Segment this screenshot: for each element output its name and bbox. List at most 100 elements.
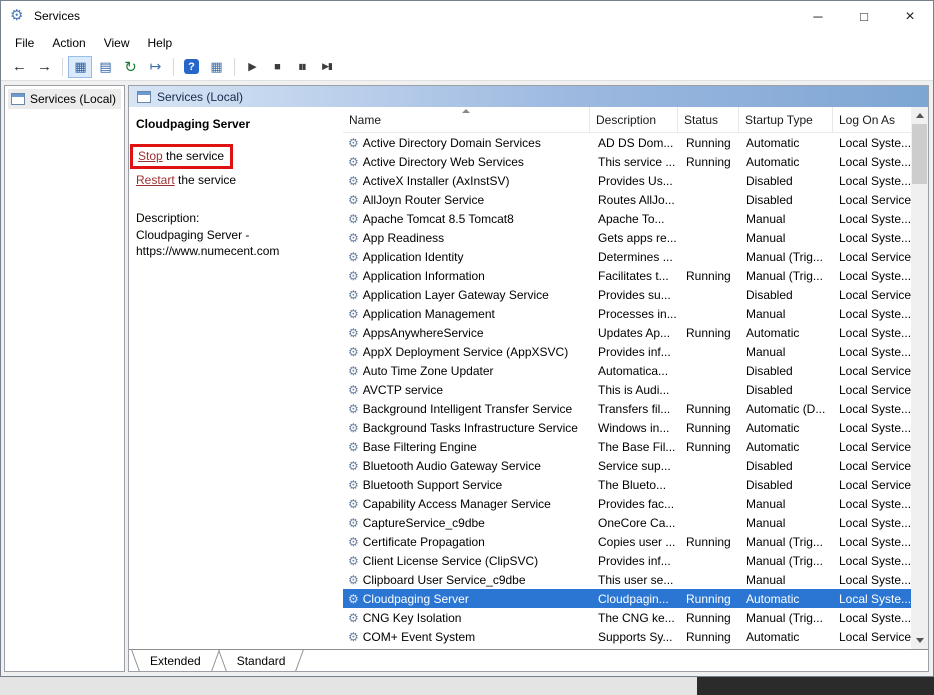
cell-startup: Disabled	[739, 193, 833, 207]
service-row[interactable]: ⚙Active Directory Web ServicesThis servi…	[343, 152, 913, 171]
back-icon[interactable]: ←	[7, 56, 31, 78]
service-row[interactable]: ⚙CaptureService_c9dbeOneCore Ca...Manual…	[343, 513, 913, 532]
pause-service-icon[interactable]: ▮▮	[290, 56, 314, 78]
cell-logon: Local Syste...	[833, 516, 913, 530]
cell-description: This service ...	[590, 155, 678, 169]
service-row[interactable]: ⚙AllJoyn Router ServiceRoutes AllJo...Di…	[343, 190, 913, 209]
tab-edge	[296, 650, 305, 671]
selected-service-title: Cloudpaging Server	[136, 117, 250, 131]
service-row[interactable]: ⚙Clipboard User Service_c9dbeThis user s…	[343, 570, 913, 589]
service-name: CNG Key Isolation	[363, 611, 462, 625]
refresh-icon[interactable]: ↻	[118, 56, 142, 78]
service-row[interactable]: ⚙AppsAnywhereServiceUpdates Ap...Running…	[343, 323, 913, 342]
service-row[interactable]: ⚙Background Intelligent Transfer Service…	[343, 399, 913, 418]
cell-description: Updates Ap...	[590, 326, 678, 340]
service-row[interactable]: ⚙Bluetooth Support ServiceThe Blueto...D…	[343, 475, 913, 494]
menu-help[interactable]: Help	[139, 34, 182, 52]
service-row[interactable]: ⚙Cloudpaging ServerCloudpagin...RunningA…	[343, 589, 913, 608]
service-row[interactable]: ⚙Application ManagementProcesses in...Ma…	[343, 304, 913, 323]
minimize-button[interactable]: ─	[795, 1, 841, 32]
back-icon-glyph: ←	[12, 58, 26, 75]
column-header-description[interactable]: Description	[590, 107, 678, 132]
stop-link-suffix: the service	[163, 149, 224, 163]
service-row[interactable]: ⚙Capability Access Manager ServiceProvid…	[343, 494, 913, 513]
properties-icon[interactable]: ▤	[93, 56, 117, 78]
cell-name: ⚙Active Directory Domain Services	[343, 136, 590, 150]
scrollbar-thumb[interactable]	[912, 124, 927, 184]
cell-startup: Disabled	[739, 459, 833, 473]
service-name: Active Directory Web Services	[363, 155, 524, 169]
console-tree-panel: Services (Local)	[4, 85, 125, 672]
cell-logon: Local Service	[833, 459, 913, 473]
service-row[interactable]: ⚙Apache Tomcat 8.5 Tomcat8Apache To...Ma…	[343, 209, 913, 228]
service-row[interactable]: ⚙CNG Key IsolationThe CNG ke...RunningMa…	[343, 608, 913, 627]
service-row[interactable]: ⚙Auto Time Zone UpdaterAutomatica...Disa…	[343, 361, 913, 380]
column-header-startup[interactable]: Startup Type	[739, 107, 833, 132]
service-row[interactable]: ⚙Bluetooth Audio Gateway ServiceService …	[343, 456, 913, 475]
service-row[interactable]: ⚙Application IdentityDetermines ...Manua…	[343, 247, 913, 266]
service-name: AppX Deployment Service (AppXSVC)	[363, 345, 568, 359]
forward-icon[interactable]: →	[32, 56, 56, 78]
service-row[interactable]: ⚙Active Directory Domain ServicesAD DS D…	[343, 133, 913, 152]
menu-action[interactable]: Action	[43, 34, 94, 52]
service-row[interactable]: ⚙Client License Service (ClipSVC)Provide…	[343, 551, 913, 570]
restart-service-link[interactable]: Restart	[136, 173, 175, 187]
cell-name: ⚙Clipboard User Service_c9dbe	[343, 573, 590, 587]
cell-startup: Automatic	[739, 136, 833, 150]
service-row[interactable]: ⚙Application InformationFacilitates t...…	[343, 266, 913, 285]
cell-status: Running	[678, 630, 739, 644]
cell-description: Processes in...	[590, 307, 678, 321]
tree-item-services-local[interactable]: Services (Local)	[8, 89, 121, 109]
cell-startup: Manual	[739, 573, 833, 587]
scroll-down-button[interactable]	[911, 632, 928, 649]
tab-standard[interactable]: Standard	[219, 650, 304, 671]
service-row[interactable]: ⚙Certificate PropagationCopies user ...R…	[343, 532, 913, 551]
service-row[interactable]: ⚙Application Layer Gateway ServiceProvid…	[343, 285, 913, 304]
close-button[interactable]: ×	[887, 1, 933, 32]
tab-edge	[218, 650, 227, 671]
cell-status: Running	[678, 611, 739, 625]
service-row[interactable]: ⚙ActiveX Installer (AxInstSV)Provides Us…	[343, 171, 913, 190]
export-list-icon-glyph: ↦	[150, 58, 161, 75]
window-controls: ─ □ ×	[795, 1, 933, 32]
cell-startup: Automatic	[739, 440, 833, 454]
menu-file[interactable]: File	[6, 34, 43, 52]
description-text: Cloudpaging Server - https://www.numecen…	[136, 227, 279, 259]
cell-status: Running	[678, 535, 739, 549]
cell-name: ⚙Apache Tomcat 8.5 Tomcat8	[343, 212, 590, 226]
cell-logon: Local Service	[833, 250, 913, 264]
service-row[interactable]: ⚙Base Filtering EngineThe Base Fil...Run…	[343, 437, 913, 456]
column-header-status[interactable]: Status	[678, 107, 739, 132]
service-gear-icon: ⚙	[348, 421, 359, 435]
cell-startup: Automatic	[739, 155, 833, 169]
maximize-button[interactable]: □	[841, 1, 887, 32]
scroll-up-button[interactable]	[911, 107, 928, 124]
cell-status: Running	[678, 402, 739, 416]
stop-service-icon[interactable]: ■	[265, 56, 289, 78]
service-row[interactable]: ⚙AppX Deployment Service (AppXSVC)Provid…	[343, 342, 913, 361]
cell-logon: Local Service	[833, 193, 913, 207]
export-list-icon[interactable]: ↦	[143, 56, 167, 78]
service-row[interactable]: ⚙App ReadinessGets apps re...ManualLocal…	[343, 228, 913, 247]
titlebar: ⚙ Services ─ □ ×	[1, 1, 933, 32]
scroll-up-icon	[916, 113, 924, 118]
service-row[interactable]: ⚙AVCTP serviceThis is Audi...DisabledLoc…	[343, 380, 913, 399]
action-pane-icon[interactable]: ▦	[204, 56, 228, 78]
help-icon[interactable]: ?	[179, 56, 203, 78]
scroll-down-icon	[916, 638, 924, 643]
start-service-icon[interactable]: ▶	[240, 56, 264, 78]
cell-startup: Automatic (D...	[739, 402, 833, 416]
column-header-name[interactable]: Name	[343, 107, 590, 132]
restart-service-icon[interactable]: ▶▮	[315, 56, 339, 78]
cell-logon: Local Service	[833, 364, 913, 378]
column-header-logon[interactable]: Log On As	[833, 107, 913, 132]
service-row[interactable]: ⚙Background Tasks Infrastructure Service…	[343, 418, 913, 437]
menu-view[interactable]: View	[95, 34, 139, 52]
toolbar: ←→▦▤↻↦?▦▶■▮▮▶▮	[1, 53, 933, 81]
stop-service-link[interactable]: Stop	[138, 149, 163, 163]
service-name: Application Identity	[363, 250, 464, 264]
show-console-tree-icon[interactable]: ▦	[68, 56, 92, 78]
cell-name: ⚙CaptureService_c9dbe	[343, 516, 590, 530]
service-row[interactable]: ⚙COM+ Event SystemSupports Sy...RunningA…	[343, 627, 913, 646]
tab-extended[interactable]: Extended	[132, 650, 219, 671]
